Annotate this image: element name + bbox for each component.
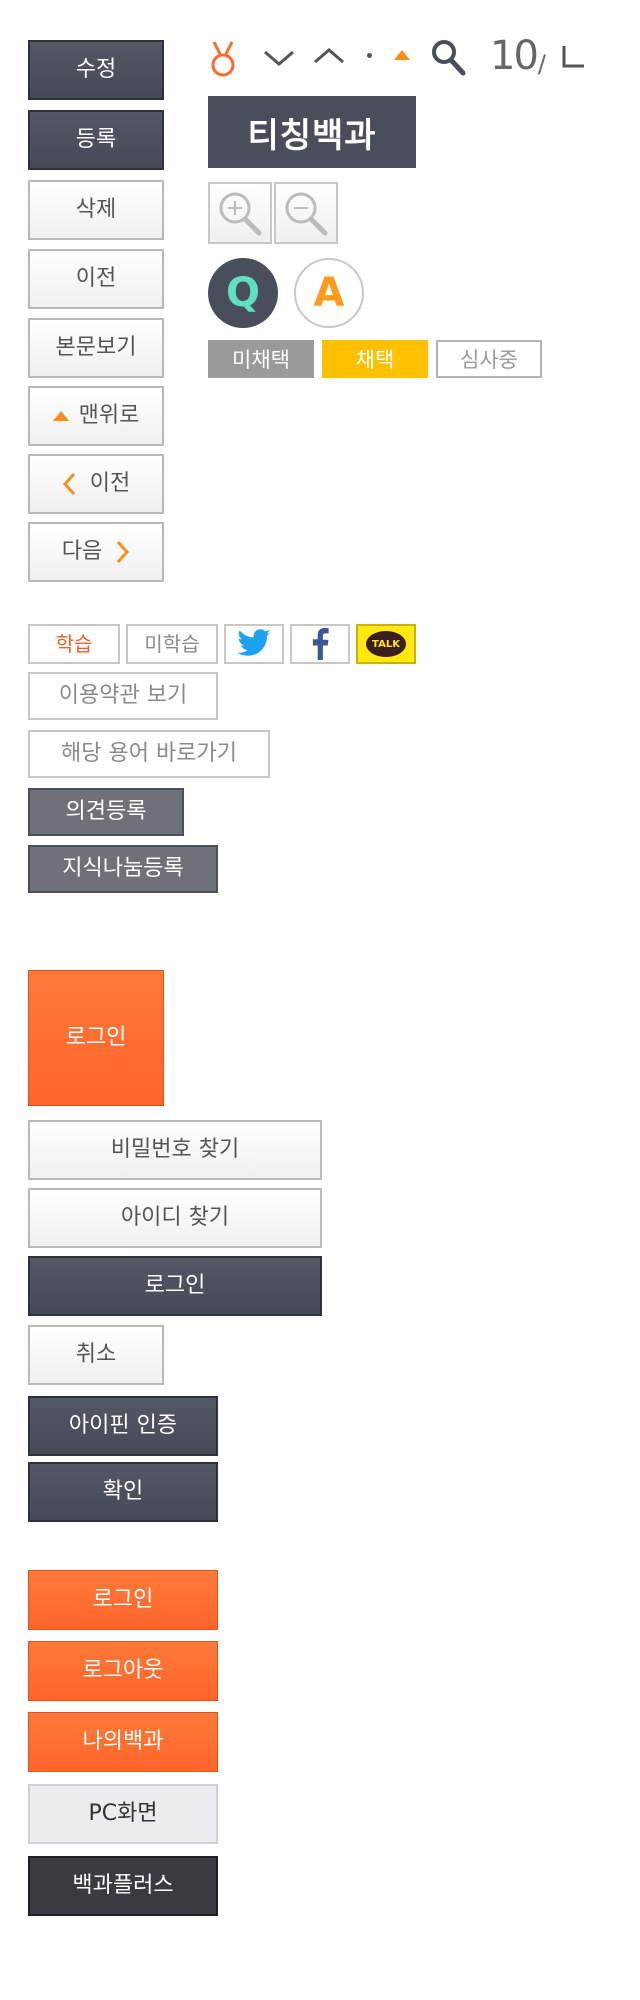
logo[interactable]: 티칭백과 — [208, 96, 416, 168]
triangle-up-icon — [394, 50, 410, 60]
twitter-share-button[interactable] — [224, 624, 284, 664]
zoom-in-icon — [219, 192, 262, 236]
chevron-right-icon — [117, 540, 130, 564]
facebook-icon — [312, 628, 329, 660]
prev-plain-button[interactable]: 이전 — [28, 249, 164, 309]
my-encyclopedia-button[interactable]: 나의백과 — [28, 1712, 218, 1772]
zoom-out-button[interactable] — [274, 182, 338, 244]
logo-text: 티칭백과 — [247, 115, 377, 156]
zoom-out-icon — [285, 192, 328, 236]
reviewing-tag: 심사중 — [436, 340, 542, 378]
delete-button[interactable]: 삭제 — [28, 180, 164, 240]
menu-logout-button[interactable]: 로그아웃 — [28, 1641, 218, 1701]
prev-label: 이전 — [89, 471, 131, 496]
learned-button[interactable]: 학습 — [28, 624, 120, 664]
search-icon[interactable] — [430, 38, 466, 76]
go-term-button[interactable]: 해당 용어 바로가기 — [28, 730, 270, 778]
not-learned-button[interactable]: 미학습 — [126, 624, 218, 664]
big-login-button[interactable]: 로그인 — [28, 970, 164, 1106]
prev-button[interactable]: 이전 — [28, 454, 164, 514]
next-button[interactable]: 다음 — [28, 522, 164, 582]
corner-icon — [562, 46, 584, 68]
talk-label: TALK — [372, 638, 400, 650]
edit-button[interactable]: 수정 — [28, 40, 164, 100]
opinion-register-button[interactable]: 의견등록 — [28, 788, 184, 836]
arrow-up-icon — [52, 411, 69, 421]
cancel-button[interactable]: 취소 — [28, 1325, 164, 1385]
find-id-button[interactable]: 아이디 찾기 — [28, 1188, 322, 1248]
not-adopted-tag: 미채택 — [208, 340, 314, 378]
next-label: 다음 — [61, 539, 103, 564]
terms-button[interactable]: 이용약관 보기 — [28, 672, 218, 720]
page-number: 10 — [490, 33, 539, 79]
register-button[interactable]: 등록 — [28, 110, 164, 170]
knowledge-register-button[interactable]: 지식나눔등록 — [28, 845, 218, 893]
ipin-auth-button[interactable]: 아이핀 인증 — [28, 1396, 218, 1456]
find-password-button[interactable]: 비밀번호 찾기 — [28, 1120, 322, 1180]
answer-badge: A — [294, 258, 364, 328]
question-letter: Q — [225, 270, 260, 316]
chevron-left-icon — [62, 472, 75, 496]
answer-letter: A — [313, 270, 345, 316]
page-separator: / — [537, 50, 546, 78]
to-top-button[interactable]: 맨위로 — [28, 386, 164, 446]
login-button[interactable]: 로그인 — [28, 1256, 322, 1316]
to-top-label: 맨위로 — [78, 403, 140, 428]
confirm-button[interactable]: 확인 — [28, 1462, 218, 1522]
question-badge: Q — [208, 258, 278, 328]
medal-icon — [211, 41, 235, 77]
pc-view-button[interactable]: PC화면 — [28, 1784, 218, 1844]
page-indicator: 10 / — [490, 32, 546, 76]
menu-login-button[interactable]: 로그인 — [28, 1570, 218, 1630]
chevron-down-icon[interactable] — [262, 48, 296, 68]
dot-icon — [367, 53, 372, 58]
zoom-in-button[interactable] — [208, 182, 272, 244]
kakaotalk-share-button[interactable]: TALK — [356, 624, 416, 664]
adopted-tag: 채택 — [322, 340, 428, 378]
twitter-icon — [237, 629, 271, 656]
chevron-up-icon[interactable] — [312, 46, 346, 66]
encyclopedia-plus-button[interactable]: 백과플러스 — [28, 1856, 218, 1916]
kakao-talk-icon: TALK — [366, 631, 406, 657]
view-body-button[interactable]: 본문보기 — [28, 318, 164, 378]
facebook-share-button[interactable] — [290, 624, 350, 664]
